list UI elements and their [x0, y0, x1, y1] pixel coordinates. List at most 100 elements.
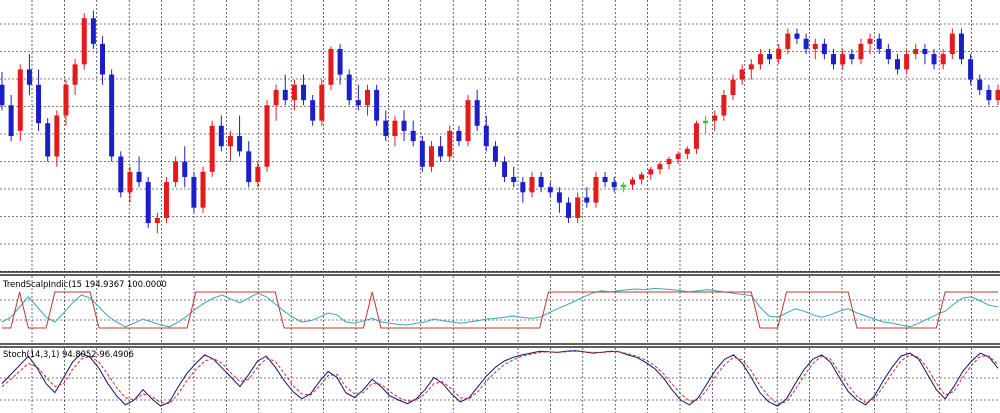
candle-body: [584, 197, 590, 203]
stoch-indicator-value2: 96.4906: [99, 350, 134, 360]
trend-indicator-value1: 194.9367: [84, 280, 125, 290]
candle-body: [602, 176, 608, 183]
candle-body: [648, 169, 654, 175]
candle-body: [730, 79, 736, 96]
candle-body: [958, 33, 964, 60]
candle-body: [922, 48, 928, 55]
candle-body: [620, 184, 626, 188]
candle-body: [876, 38, 882, 49]
candle-body: [575, 197, 581, 218]
candle-body: [931, 54, 937, 65]
candle-body: [474, 100, 480, 126]
stoch-pane-label: Stoch(14,3,1) 94.8052-96.4906: [3, 350, 134, 360]
stoch-series-line: [1, 350, 999, 405]
stoch-indicator-value1: 94.8052: [61, 350, 97, 360]
stoch-indicator-name: Stoch: [3, 350, 27, 360]
candle-body: [840, 54, 846, 65]
candle-body: [639, 174, 645, 180]
candle-body: [821, 43, 827, 55]
candle-body: [301, 84, 307, 101]
candle-body: [977, 79, 983, 90]
candle-body: [273, 89, 279, 106]
candle-body: [593, 176, 599, 203]
trend-series-line: [2, 291, 998, 329]
candle-body: [693, 123, 699, 149]
candle-body: [712, 115, 718, 121]
candle-body: [355, 100, 361, 106]
stoch-series-line: [1, 350, 999, 407]
candle-body: [684, 148, 690, 154]
candle-body: [666, 159, 672, 165]
candle-body: [949, 33, 955, 55]
candle-body: [90, 18, 96, 44]
candle-body: [556, 192, 562, 203]
candle-body: [45, 123, 51, 157]
chart-canvas: [0, 0, 1000, 413]
candle-body: [703, 120, 709, 124]
candle-body: [109, 74, 115, 157]
candle-body: [310, 100, 316, 121]
candle-body: [995, 89, 1000, 101]
trend-indicator-params: (15: [68, 280, 82, 290]
candle-body: [547, 187, 553, 193]
candle-body: [0, 84, 5, 106]
candle-body: [26, 69, 32, 85]
candle-body: [629, 179, 635, 185]
candle-body: [986, 89, 992, 101]
candle-body: [456, 130, 462, 142]
trend-indicator-value2: 100.0000: [126, 280, 167, 290]
candle-body: [17, 69, 23, 131]
candle-body: [54, 115, 60, 157]
candle-body: [538, 176, 544, 188]
candle-body: [831, 54, 837, 65]
candle-body: [264, 105, 270, 167]
candle-body: [365, 89, 371, 106]
candle-body: [182, 161, 188, 177]
candle-body: [940, 54, 946, 65]
candle-body: [227, 136, 233, 147]
candle-body: [209, 125, 215, 172]
candle-body: [392, 120, 398, 136]
candle-body: [118, 156, 124, 193]
candle-body: [191, 176, 197, 208]
candle-body: [36, 84, 42, 124]
candle-body: [511, 176, 517, 183]
candle-body: [492, 146, 498, 162]
candle-body: [72, 64, 78, 85]
candle-body: [968, 59, 974, 80]
candle-body: [237, 136, 243, 152]
candle-body: [566, 202, 572, 218]
trend-pane-label: TrendScalpIndic(15 194.9367 100.0000: [3, 280, 167, 290]
candle-body: [401, 120, 407, 131]
candle-body: [904, 54, 910, 70]
candle-body: [885, 48, 891, 60]
candle-body: [502, 161, 508, 177]
candle-body: [218, 125, 224, 147]
candle-body: [291, 84, 297, 101]
stoch-pane: [1, 350, 999, 407]
candle-body: [438, 146, 444, 157]
candle-body: [767, 54, 773, 60]
candle-body: [173, 161, 179, 183]
candle-body: [812, 43, 818, 49]
candle-body: [346, 74, 352, 101]
candle-body: [657, 164, 663, 170]
candle-body: [246, 151, 252, 183]
candle-body: [520, 182, 526, 193]
candle-body: [410, 130, 416, 142]
candle-body: [757, 54, 763, 65]
candle-body: [319, 84, 325, 121]
candle-body: [63, 84, 69, 116]
candle-body: [383, 120, 389, 136]
candle-body: [81, 18, 87, 65]
candle-body: [8, 105, 14, 136]
candle-body: [748, 64, 754, 70]
candle-body: [849, 54, 855, 60]
candle-body: [739, 69, 745, 80]
candle-body: [374, 89, 380, 121]
candle-body: [465, 100, 471, 142]
candle-body: [154, 217, 160, 224]
candle-body: [428, 146, 434, 167]
price-pane: [0, 10, 1000, 234]
candle-body: [867, 38, 873, 44]
